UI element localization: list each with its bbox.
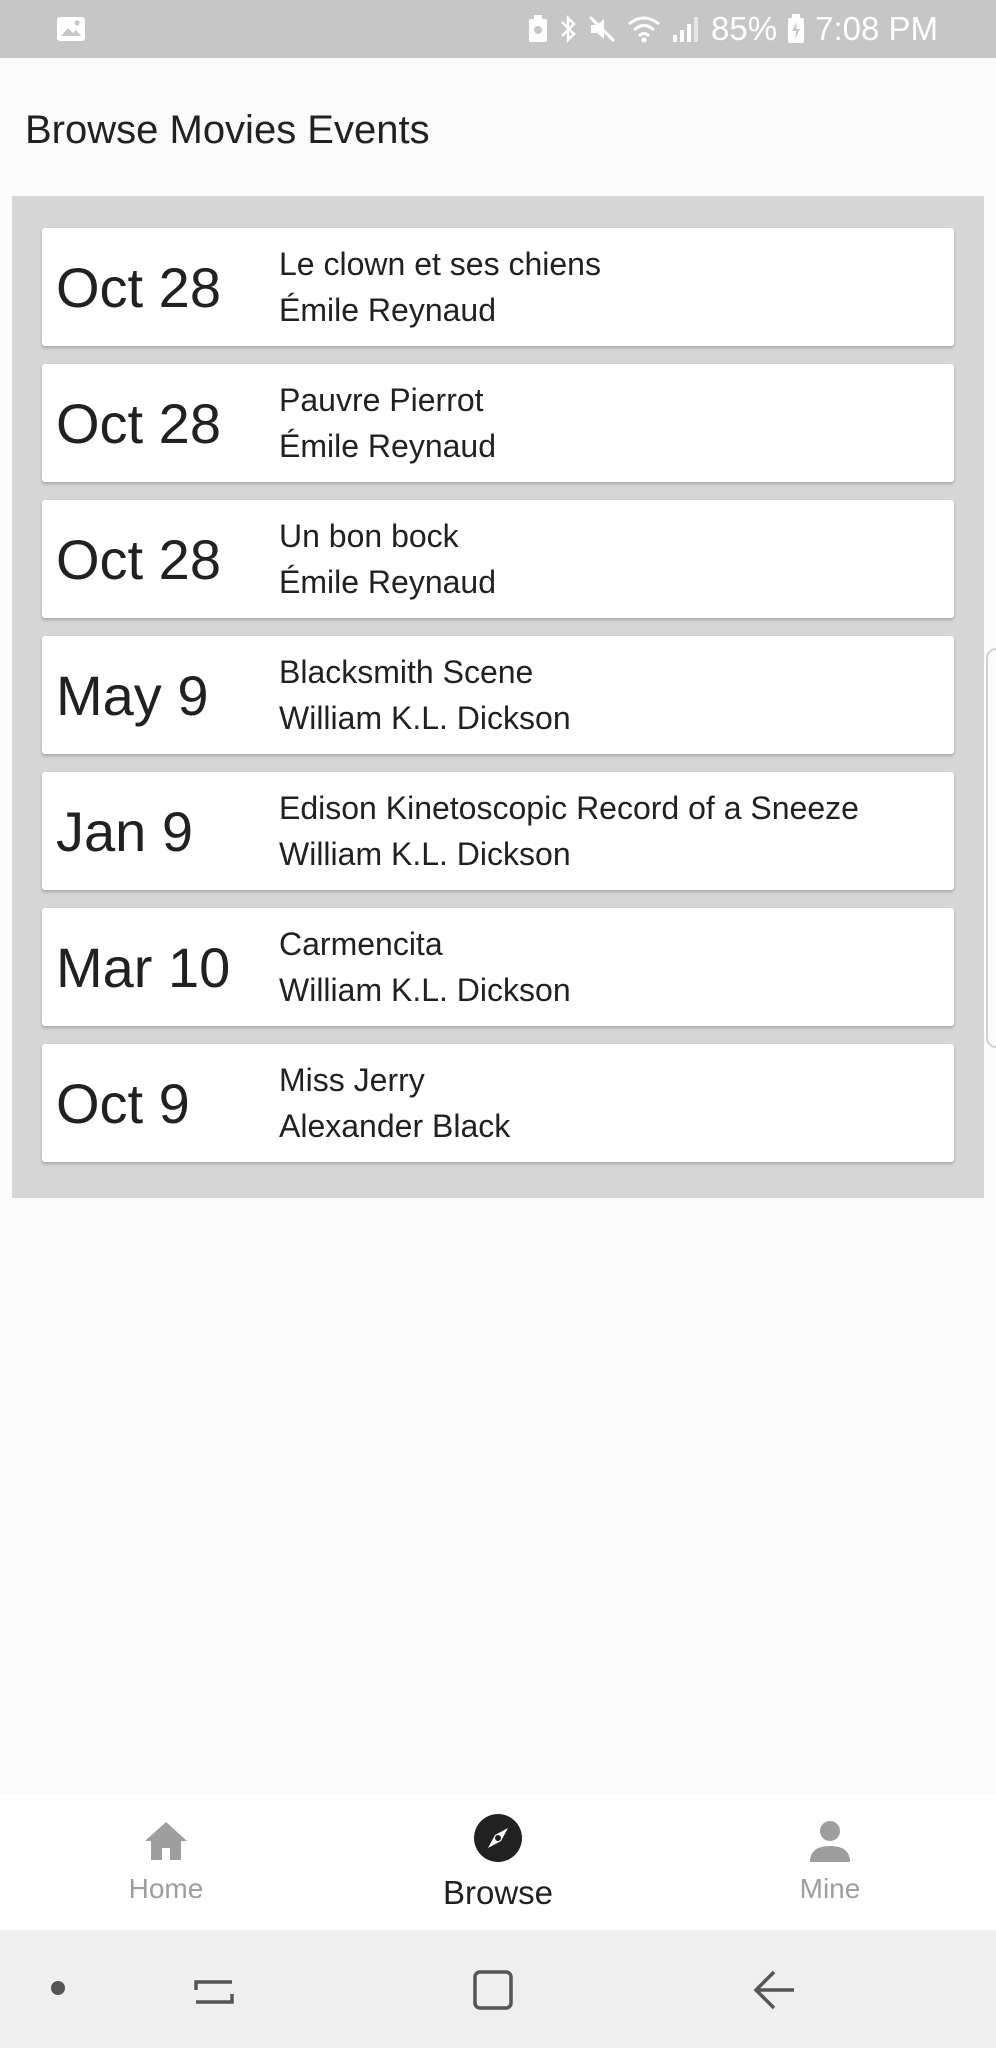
nav-browse-label: Browse [442,1873,554,1911]
event-author: Alexander Black [279,1108,511,1144]
event-title: Le clown et ses chiens [279,246,601,282]
event-card[interactable]: May 9 Blacksmith Scene William K.L. Dick… [42,636,954,754]
event-title: Un bon bock [279,518,459,554]
event-card[interactable]: Oct 28 Un bon bock Émile Reynaud [42,500,954,618]
event-date: Oct 28 [56,255,221,319]
event-card[interactable]: Jan 9 Edison Kinetoscopic Record of a Sn… [42,772,954,890]
events-list: Oct 28 Le clown et ses chiens Émile Reyn… [12,196,984,1198]
event-author: William K.L. Dickson [279,972,571,1008]
event-title: Miss Jerry [279,1062,425,1098]
battery-percent: 85% [711,10,778,47]
event-date: Oct 28 [56,391,221,455]
battery-saver-icon [527,15,549,43]
home-button-icon[interactable] [472,1968,514,2012]
event-title: Pauvre Pierrot [279,382,484,418]
bluetooth-icon [559,14,577,44]
recent-apps-icon[interactable] [192,1968,236,2008]
event-card[interactable]: Mar 10 Carmencita William K.L. Dickson [42,908,954,1026]
nav-home[interactable]: Home [0,1820,332,1905]
event-author: William K.L. Dickson [279,836,571,872]
nav-browse[interactable]: Browse [332,1813,664,1912]
event-card[interactable]: Oct 28 Pauvre Pierrot Émile Reynaud [42,364,954,482]
back-icon[interactable] [752,1968,796,2012]
event-author: Émile Reynaud [279,292,496,328]
event-date: Oct 9 [56,1071,190,1135]
status-time: 7:08 PM [815,10,938,47]
event-title: Blacksmith Scene [279,654,534,690]
event-card[interactable]: Oct 9 Miss Jerry Alexander Black [42,1044,954,1162]
mute-icon [587,14,617,44]
event-author: Émile Reynaud [279,564,496,600]
event-title: Carmencita [279,926,443,962]
page-title: Browse Movies Events [25,108,430,152]
battery-icon [787,14,805,44]
event-title: Edison Kinetoscopic Record of a Sneeze [279,790,859,826]
gallery-notification-icon [56,16,86,42]
person-icon [807,1820,853,1867]
event-card[interactable]: Oct 28 Le clown et ses chiens Émile Reyn… [42,228,954,346]
nav-mine[interactable]: Mine [664,1820,996,1905]
event-date: Oct 28 [56,527,221,591]
wifi-icon [627,15,661,43]
edge-panel-handle[interactable] [986,648,996,1048]
home-icon [143,1820,189,1867]
nav-home-label: Home [128,1872,204,1904]
bottom-nav: Home Browse Mine [0,1794,996,1930]
event-date: May 9 [56,663,209,727]
system-nav-bar [0,1930,996,2048]
event-date: Jan 9 [56,799,193,863]
event-author: William K.L. Dickson [279,700,571,736]
event-date: Mar 10 [56,935,231,999]
compass-icon [473,1813,523,1868]
nav-mine-label: Mine [799,1872,861,1904]
dot-icon[interactable] [50,1980,66,1996]
status-bar: 85% 7:08 PM [0,0,996,58]
event-author: Émile Reynaud [279,428,496,464]
signal-icon [671,15,701,43]
